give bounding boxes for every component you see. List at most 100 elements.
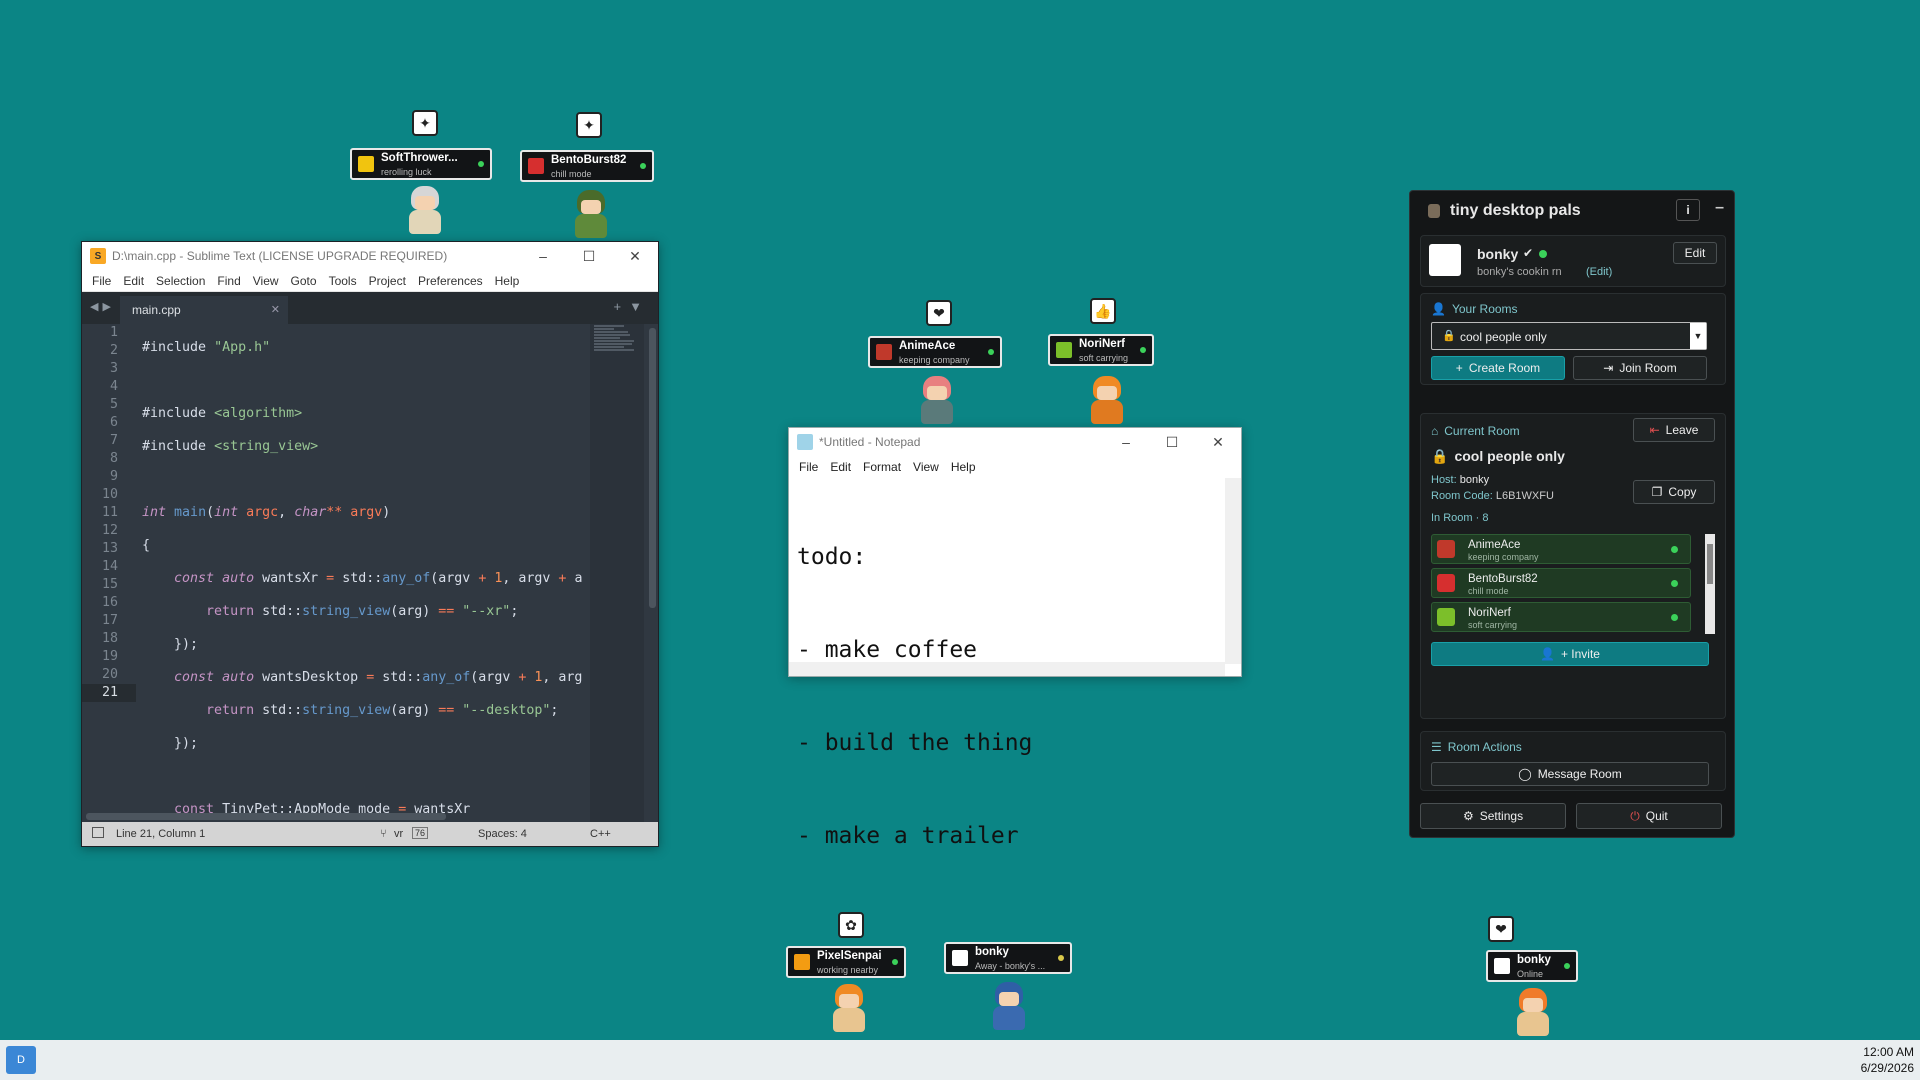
tab-nav-arrows-icon[interactable]: ◀▶ [90, 300, 115, 313]
system-clock[interactable]: 12:00 AM 6/29/2026 [1861, 1044, 1914, 1076]
code-text[interactable]: #include "App.h" #include <algorithm> #i… [142, 324, 592, 822]
settings-label: Settings [1479, 809, 1524, 823]
settings-button[interactable]: ⚙ Settings [1420, 803, 1566, 829]
cursor-position[interactable]: Line 21, Column 1 [116, 828, 205, 840]
notepad-vertical-scrollbar[interactable] [1225, 478, 1241, 664]
np-menu-edit[interactable]: Edit [824, 460, 857, 474]
copy-code-button[interactable]: ❐ Copy [1633, 480, 1715, 504]
notepad-maximize-button[interactable]: ☐ [1149, 428, 1195, 456]
menu-view[interactable]: View [247, 274, 285, 288]
scroll-thumb[interactable] [1707, 544, 1713, 584]
np-menu-view[interactable]: View [907, 460, 945, 474]
np-menu-format[interactable]: Format [857, 460, 907, 474]
pet-sprite[interactable] [826, 984, 872, 1036]
notepad-close-button[interactable]: ✕ [1195, 428, 1241, 456]
host-label: Host: [1431, 474, 1457, 486]
notepad-titlebar[interactable]: *Untitled - Notepad – ☐ ✕ [789, 428, 1241, 456]
info-icon[interactable]: i [1676, 199, 1700, 221]
sublime-titlebar[interactable]: S D:\main.cpp - Sublime Text (LICENSE UP… [82, 242, 658, 270]
indentation[interactable]: Spaces: 4 [478, 828, 527, 840]
member-row[interactable]: NoriNerf soft carrying [1431, 602, 1691, 632]
notepad-line: todo: [797, 544, 867, 570]
quit-button[interactable]: ⏻ Quit [1576, 803, 1722, 829]
syntax[interactable]: C++ [590, 828, 611, 840]
room-name-text: cool people only [1454, 448, 1565, 464]
create-room-button[interactable]: + Create Room [1431, 356, 1565, 380]
pet-sprite[interactable] [1510, 988, 1556, 1040]
horizontal-scrollbar[interactable] [86, 813, 446, 820]
lock-icon: 🔒 [1431, 448, 1449, 464]
pet-nametag[interactable]: PixelSenpai working nearby [786, 946, 906, 978]
tab-label: main.cpp [132, 303, 181, 317]
close-button[interactable]: ✕ [612, 242, 658, 270]
menu-help[interactable]: Help [489, 274, 526, 288]
notepad-text-area[interactable]: todo: - make coffee - build the thing - … [797, 480, 1032, 914]
pet-nametag[interactable]: SoftThrower... rerolling luck [350, 148, 492, 180]
menu-tools[interactable]: Tools [323, 274, 363, 288]
menu-goto[interactable]: Goto [285, 274, 323, 288]
menu-edit[interactable]: Edit [117, 274, 150, 288]
np-menu-file[interactable]: File [793, 460, 824, 474]
tab-main-cpp[interactable]: main.cpp ✕ [120, 296, 288, 324]
line-number: 9 [109, 469, 118, 484]
menu-project[interactable]: Project [363, 274, 412, 288]
np-menu-help[interactable]: Help [945, 460, 982, 474]
tab-close-icon[interactable]: ✕ [271, 303, 280, 316]
leave-room-button[interactable]: ⇤ Leave [1633, 418, 1715, 442]
code-editor[interactable]: 1 2 3 4 5 6 7 8 9 10 11 12 13 14 15 16 17 18 19 20 21 #inclu… [82, 324, 658, 822]
edit-status-link[interactable]: (Edit) [1586, 266, 1612, 278]
pet-nametag[interactable]: AnimeAce keeping company [868, 336, 1002, 368]
pet-sprite[interactable] [402, 186, 448, 238]
online-dot [478, 161, 484, 167]
edit-profile-button[interactable]: Edit [1673, 242, 1717, 264]
menu-find[interactable]: Find [211, 274, 246, 288]
pet-sprite[interactable] [568, 190, 614, 242]
branch-name[interactable]: vr [394, 828, 403, 840]
pet-sprite[interactable] [1084, 376, 1130, 428]
join-room-button[interactable]: ⇥ Join Room [1573, 356, 1707, 380]
taskbar-app-icon[interactable]: D [6, 1046, 36, 1074]
vertical-scrollbar[interactable] [649, 328, 656, 608]
sublime-window[interactable]: S D:\main.cpp - Sublime Text (LICENSE UP… [81, 241, 659, 847]
minimize-panel-button[interactable]: – [1715, 199, 1724, 217]
member-list[interactable]: AnimeAce keeping company BentoBurst82 ch… [1421, 530, 1727, 638]
pet-nametag[interactable]: NoriNerf soft carrying [1048, 334, 1154, 366]
pet-sprite[interactable] [986, 982, 1032, 1034]
pet-sprite[interactable] [914, 376, 960, 428]
panel-toggle-icon[interactable] [92, 827, 104, 838]
chevron-down-icon[interactable]: ▼ [1690, 323, 1706, 349]
maximize-button[interactable]: ☐ [566, 242, 612, 270]
room-name: 🔒 cool people only [1431, 448, 1565, 465]
branch-count-badge: 76 [412, 827, 429, 839]
pet-nametag[interactable]: bonky Online [1486, 950, 1578, 982]
member-row[interactable]: AnimeAce keeping company [1431, 534, 1691, 564]
pet-avatar [528, 158, 544, 174]
emote-bubble-icon: ✦ [412, 110, 438, 136]
copy-icon: ❐ [1651, 485, 1663, 499]
pet-nametag[interactable]: bonky Away - bonky's ... [944, 942, 1072, 974]
emote-bubble-icon: ✿ [838, 912, 864, 938]
copy-label: Copy [1668, 485, 1697, 499]
notepad-horizontal-scrollbar[interactable] [789, 662, 1225, 676]
notepad-menubar: File Edit Format View Help [789, 456, 1241, 478]
message-room-button[interactable]: ◯ Message Room [1431, 762, 1709, 786]
notepad-window[interactable]: *Untitled - Notepad – ☐ ✕ File Edit Form… [788, 427, 1242, 849]
tab-controls-icon[interactable]: +▼ [614, 299, 650, 314]
clock-time: 12:00 AM [1863, 1045, 1914, 1059]
member-row[interactable]: BentoBurst82 chill mode [1431, 568, 1691, 598]
menu-preferences[interactable]: Preferences [412, 274, 489, 288]
notepad-minimize-button[interactable]: – [1103, 428, 1149, 456]
pet-nametag[interactable]: BentoBurst82 chill mode [520, 150, 654, 182]
invite-button[interactable]: 👤 + Invite [1431, 642, 1709, 666]
room-select[interactable]: 🔒 cool people only ▼ [1431, 322, 1707, 350]
pet-name: NoriNerf [1079, 338, 1126, 350]
line-number: 19 [101, 649, 118, 664]
menu-file[interactable]: File [86, 274, 117, 288]
minimap[interactable] [590, 324, 644, 822]
minimize-button[interactable]: – [520, 242, 566, 270]
lock-icon: 🔒 [1442, 330, 1456, 342]
in-room-label: In Room [1431, 512, 1473, 524]
menu-selection[interactable]: Selection [150, 274, 211, 288]
member-list-scrollbar[interactable] [1705, 534, 1715, 634]
member-name: BentoBurst82 [1468, 573, 1538, 585]
